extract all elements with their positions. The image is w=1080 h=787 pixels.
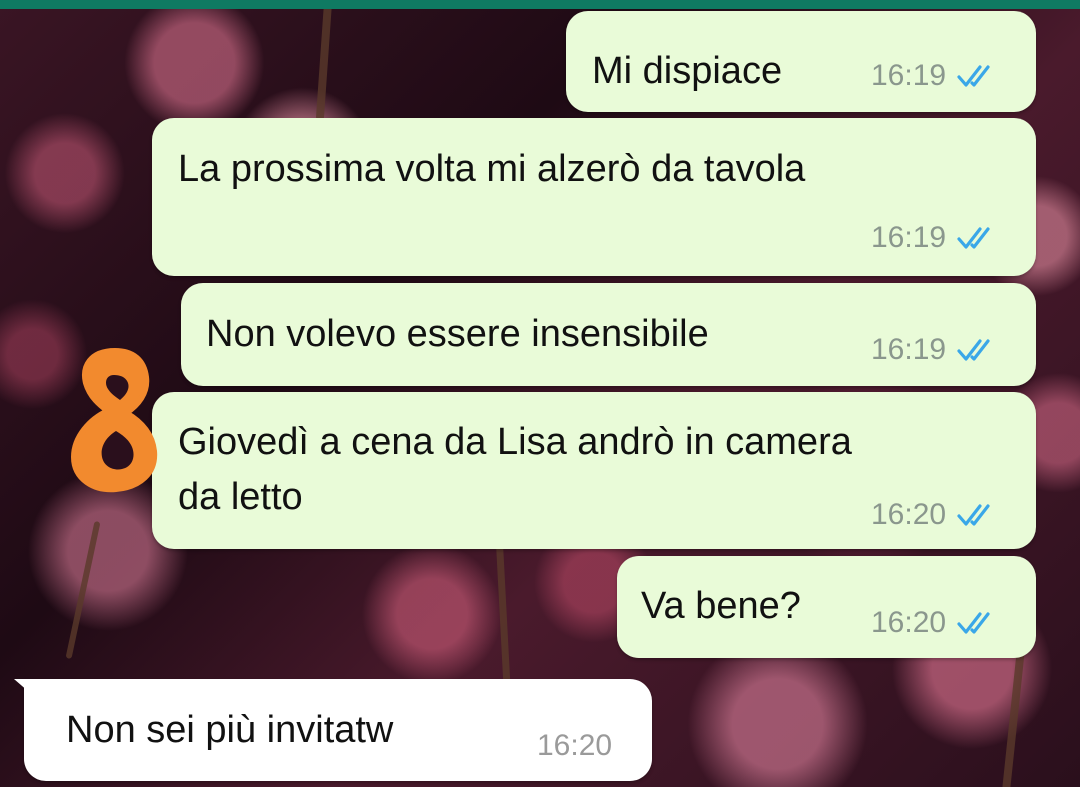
message-bubble-outgoing[interactable]: Non volevo essere insensibile 16:19: [181, 283, 1036, 386]
read-ticks-icon: [957, 227, 990, 249]
message-time: 16:19: [871, 59, 947, 92]
message-text: Non volevo essere insensibile: [206, 313, 709, 355]
read-ticks-icon: [957, 65, 990, 87]
message-bubble-incoming[interactable]: Non sei più invitatw 16:20: [14, 679, 652, 781]
message-text: Mi dispiace: [592, 50, 783, 92]
message-meta: 16:20: [871, 498, 998, 532]
message-text-line2: da letto: [178, 476, 303, 518]
message-time: 16:20: [871, 498, 947, 531]
message-time: 16:20: [871, 606, 947, 639]
message-bubble-outgoing[interactable]: Mi dispiace 16:19: [566, 11, 1036, 112]
message-meta: 16:20: [537, 729, 612, 763]
message-meta: 16:19: [871, 59, 998, 93]
message-text: Non sei più invitatw: [66, 709, 394, 751]
message-time: 16:19: [871, 333, 947, 366]
message-text: Va bene?: [641, 585, 801, 627]
message-time: 16:20: [537, 729, 613, 762]
message-text: La prossima volta mi alzerò da tavola: [178, 148, 806, 190]
header-bar-edge: [0, 0, 1080, 9]
message-meta: 16:19: [871, 333, 998, 367]
message-meta: 16:19: [871, 221, 998, 255]
read-ticks-icon: [957, 504, 990, 526]
message-bubble-outgoing[interactable]: La prossima volta mi alzerò da tavola 16…: [152, 118, 1036, 276]
message-meta: 16:20: [871, 606, 998, 640]
message-time: 16:19: [871, 221, 947, 254]
read-ticks-icon: [957, 339, 990, 361]
message-bubble-outgoing[interactable]: Giovedì a cena da Lisa andrò in camera d…: [152, 392, 1036, 549]
message-bubble-outgoing[interactable]: Va bene? 16:20: [617, 556, 1036, 658]
message-text-line1: Giovedì a cena da Lisa andrò in camera: [178, 421, 852, 463]
read-ticks-icon: [957, 612, 990, 634]
annotation-number-mark: [71, 348, 158, 493]
